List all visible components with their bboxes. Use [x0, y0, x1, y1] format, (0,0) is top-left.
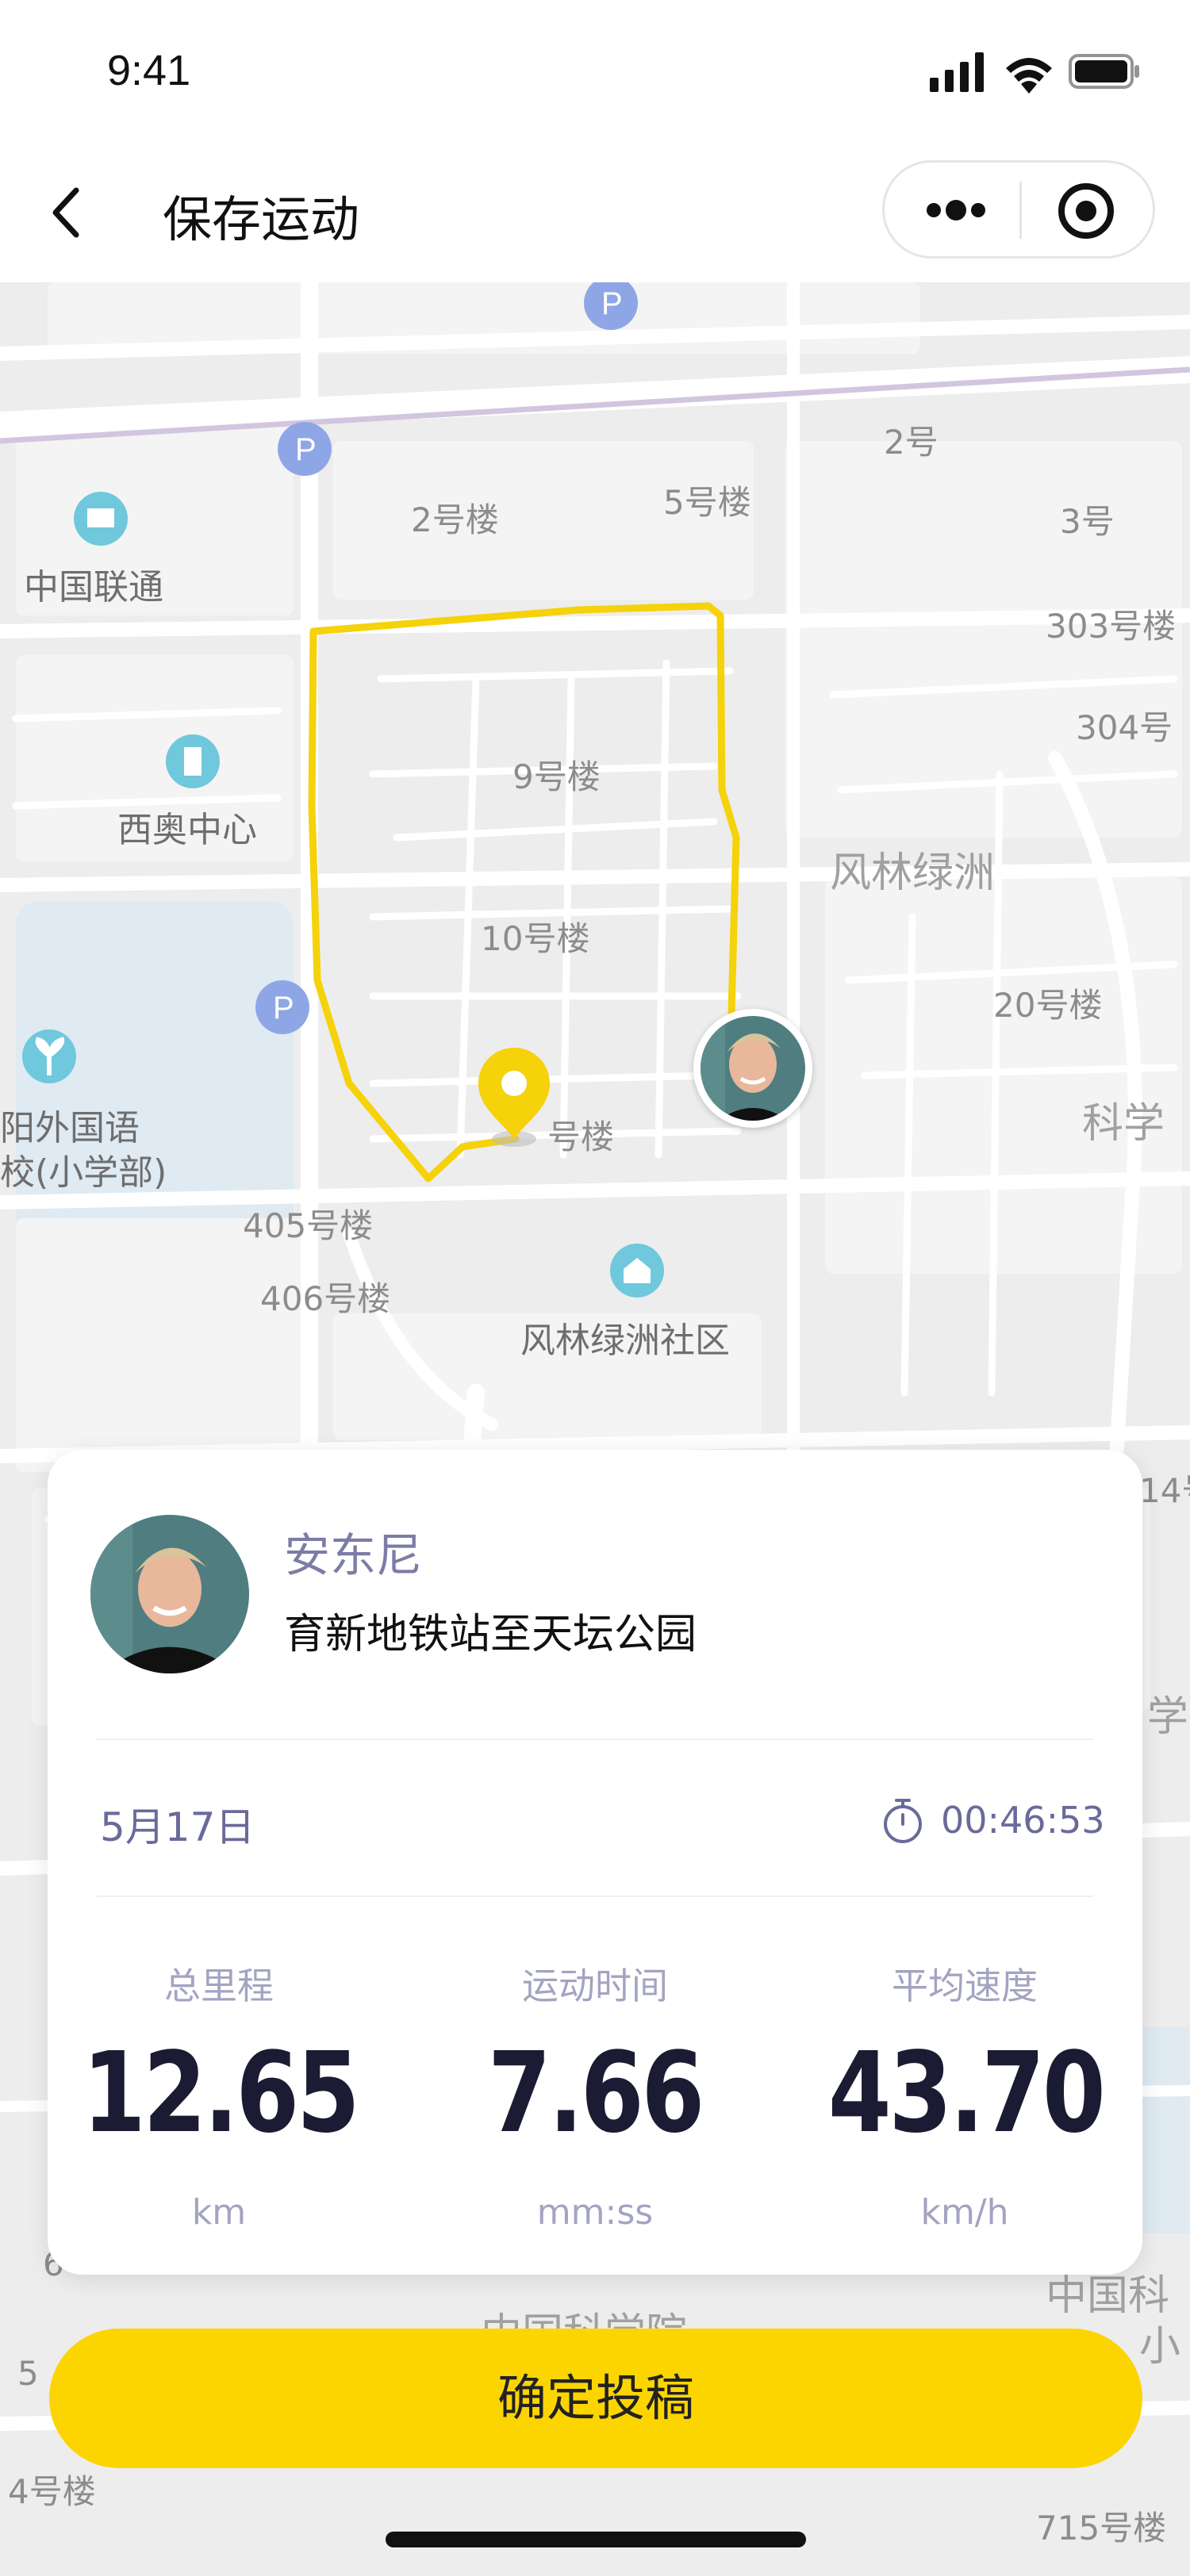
map-label: 10号楼: [481, 919, 590, 958]
stat-unit: mm:ss: [536, 2192, 654, 2233]
map-label: 2号楼: [411, 500, 499, 539]
cellular-signal-icon: [930, 52, 984, 92]
divider: [97, 1896, 1093, 1897]
status-time: 9:41: [107, 47, 191, 94]
status-bar: 9:41: [0, 0, 1190, 143]
map-label: 20号楼: [993, 986, 1103, 1025]
stat-value: 43.70: [827, 2029, 1106, 2158]
map-label: 4号楼: [8, 2472, 96, 2511]
map-poi-label: 校(小学部): [0, 1152, 167, 1193]
map-label: 5号楼: [663, 483, 751, 522]
map-label: 5: [17, 2354, 39, 2393]
stat-value: 7.66: [487, 2029, 704, 2158]
map-poi-label: 阳外国语: [0, 1108, 140, 1148]
parking-icon: P: [278, 422, 332, 476]
route-description: 育新地铁站至天坛公园: [284, 1611, 697, 1658]
stat-label: 平均速度: [892, 1965, 1038, 2007]
stat-average-speed: 平均速度 43.70 km/h: [798, 1957, 1131, 2233]
svg-text:P: P: [601, 286, 623, 321]
close-target-icon[interactable]: [1055, 180, 1117, 242]
map-label: 406号楼: [260, 1279, 391, 1318]
map-label: 304号: [1076, 708, 1173, 747]
map-label: 14号: [1139, 1471, 1190, 1510]
page-title: 保存运动: [163, 190, 360, 248]
divider: [97, 1738, 1093, 1740]
battery-icon: [1069, 54, 1139, 89]
confirm-submit-button[interactable]: 确定投稿: [49, 2329, 1142, 2468]
home-indicator[interactable]: [386, 2532, 806, 2547]
stat-value: 12.65: [82, 2029, 360, 2158]
community-icon: [610, 1244, 664, 1298]
user-name: 安东尼: [284, 1528, 423, 1582]
map-poi-label: 中国联通: [24, 567, 163, 608]
current-position-avatar: [693, 1009, 812, 1128]
map-poi-label: 小: [1139, 2323, 1181, 2371]
stat-label: 运动时间: [522, 1965, 668, 2007]
map-poi-label: 风林绿洲社区: [520, 1321, 730, 1361]
svg-text:P: P: [273, 991, 294, 1025]
activity-date: 5月17日: [100, 1804, 255, 1850]
mini-program-capsule: [882, 160, 1155, 259]
stat-total-distance: 总里程 12.65 km: [52, 1957, 386, 2233]
back-arrow-icon[interactable]: [43, 181, 90, 244]
stat-label: 总里程: [164, 1965, 274, 2007]
activity-summary-card: 安东尼 育新地铁站至天坛公园 5月17日 00:46:53 总里程 12.65 …: [48, 1450, 1142, 2275]
nav-bar: 保存运动: [0, 143, 1190, 282]
stopwatch-icon: [884, 1799, 922, 1843]
map-label: 405号楼: [243, 1206, 374, 1245]
capsule-divider: [1019, 182, 1022, 239]
avatar: [90, 1515, 249, 1673]
stat-unit: km/h: [920, 2192, 1009, 2233]
map-poi-label: 西奥中心: [117, 810, 257, 850]
map-label: 2号: [884, 423, 939, 462]
map-label: 3号: [1060, 502, 1115, 541]
map-poi-label: 学: [1147, 1693, 1189, 1741]
stat-exercise-time: 运动时间 7.66 mm:ss: [428, 1957, 762, 2233]
map-poi-label: 科学: [1082, 1100, 1165, 1148]
building-icon: [166, 734, 220, 788]
map-poi-label: 风林绿洲: [830, 849, 996, 897]
shop-icon: [74, 492, 128, 546]
user-avatar-image: [90, 1515, 249, 1673]
map-label: 715号楼: [1036, 2509, 1167, 2547]
school-icon: [22, 1029, 76, 1083]
svg-text:P: P: [295, 432, 317, 467]
map-label: 303号楼: [1046, 607, 1177, 646]
stat-unit: km: [191, 2192, 247, 2233]
more-icon[interactable]: [918, 186, 994, 234]
avatar: [701, 1016, 805, 1121]
wifi-icon: [1006, 58, 1052, 94]
parking-icon: P: [255, 980, 309, 1034]
map-label: 9号楼: [512, 757, 601, 796]
map-label: 号楼: [547, 1117, 615, 1156]
activity-duration: 00:46:53: [941, 1799, 1105, 1842]
